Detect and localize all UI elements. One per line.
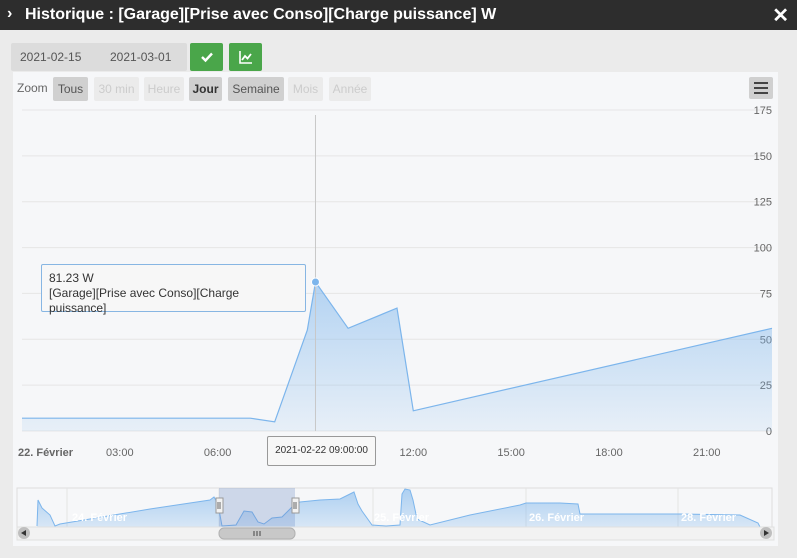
- x-tick-label: 18:00: [595, 447, 623, 459]
- navigator-label: 24. Février: [72, 512, 128, 524]
- x-tick-label: 15:00: [497, 447, 525, 459]
- x-tick-label: 22. Février: [18, 447, 74, 459]
- x-tick-label: 03:00: [106, 447, 134, 459]
- crosshair-x-label: 2021-02-22 09:00:00: [267, 436, 376, 466]
- hover-point: [310, 277, 320, 287]
- navigator-selection: [219, 488, 295, 527]
- y-tick-label: 75: [760, 288, 772, 300]
- y-tick-label: 125: [754, 197, 772, 209]
- navigator-label: 25. Février: [374, 512, 430, 524]
- y-tick-label: 175: [754, 105, 772, 117]
- y-tick-label: 150: [754, 151, 772, 163]
- y-tick-label: 100: [754, 243, 772, 255]
- x-tick-label: 12:00: [400, 447, 428, 459]
- navigator-label: 28. Février: [681, 512, 737, 524]
- tooltip-value: 81.23 W: [49, 271, 94, 285]
- scrollbar-track: [16, 526, 775, 541]
- tooltip: 81.23 W [Garage][Prise avec Conso][Charg…: [41, 264, 306, 315]
- x-tick-label: 21:00: [693, 447, 721, 459]
- x-tick-label: 06:00: [204, 447, 232, 459]
- tooltip-series: [Garage][Prise avec Conso][Charge puissa…: [49, 286, 240, 315]
- navigator-label: 26. Février: [529, 512, 585, 524]
